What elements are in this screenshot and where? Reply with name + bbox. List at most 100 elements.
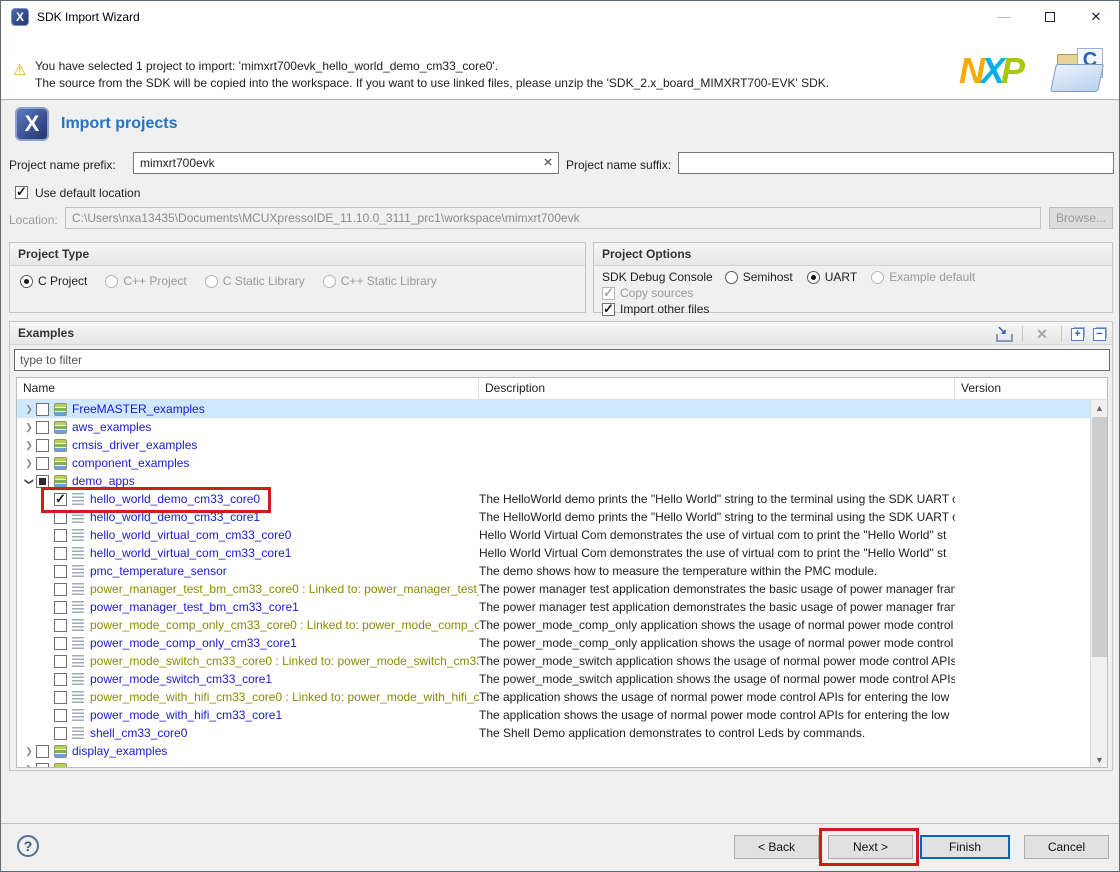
expand-arrow-icon[interactable]: ❯ — [22, 404, 36, 415]
collapse-all-icon[interactable]: − — [1093, 328, 1106, 341]
example-name: hello_world_demo_cm33_core0 — [90, 492, 260, 506]
column-header-name[interactable]: Name — [17, 378, 479, 399]
clear-prefix-icon[interactable]: ✕ — [541, 156, 555, 170]
table-row[interactable]: hello_world_virtual_com_cm33_core0Hello … — [17, 526, 1091, 544]
next-button[interactable]: Next > — [828, 835, 913, 859]
radio-option[interactable]: C++ Static Library — [323, 274, 437, 288]
table-row[interactable]: hello_world_virtual_com_cm33_core1Hello … — [17, 544, 1091, 562]
minimize-button[interactable]: — — [981, 1, 1027, 32]
warning-message-line1: You have selected 1 project to import: '… — [35, 59, 498, 73]
row-checkbox[interactable] — [54, 565, 67, 578]
radio-control[interactable] — [725, 271, 738, 284]
row-checkbox[interactable] — [54, 709, 67, 722]
radio-option[interactable]: C++ Project — [105, 274, 186, 288]
import-examples-icon[interactable] — [993, 325, 1013, 343]
table-row[interactable]: power_manager_test_bm_cm33_core0 : Linke… — [17, 580, 1091, 598]
help-button[interactable]: ? — [17, 835, 39, 857]
finish-button[interactable]: Finish — [920, 835, 1010, 859]
name-cell: ❯aws_examples — [17, 418, 479, 436]
table-row[interactable]: hello_world_demo_cm33_core0The HelloWorl… — [17, 490, 1091, 508]
description-cell: The HelloWorld demo prints the "Hello Wo… — [479, 508, 955, 526]
scroll-up-icon[interactable]: ▲ — [1091, 400, 1108, 417]
scrollbar-thumb[interactable] — [1092, 417, 1107, 657]
radio-option[interactable]: C Project — [20, 274, 87, 288]
expand-arrow-icon[interactable]: ❯ — [22, 458, 36, 469]
table-row[interactable]: shell_cm33_core0The Shell Demo applicati… — [17, 724, 1091, 742]
expand-arrow-icon[interactable]: ❯ — [22, 422, 36, 433]
back-button[interactable]: < Back — [734, 835, 819, 859]
radio-control[interactable] — [105, 275, 118, 288]
filter-input[interactable] — [14, 349, 1110, 371]
expand-arrow-icon[interactable]: ❯ — [22, 764, 36, 769]
table-row[interactable]: ❯demo_apps — [17, 472, 1091, 490]
row-checkbox[interactable] — [54, 619, 67, 632]
table-row[interactable]: ❯FreeMASTER_examples — [17, 400, 1091, 418]
row-checkbox[interactable] — [36, 421, 49, 434]
example-item-icon — [72, 727, 84, 740]
radio-control[interactable] — [205, 275, 218, 288]
toolbar-separator — [1061, 326, 1062, 342]
row-checkbox[interactable] — [54, 547, 67, 560]
table-row[interactable]: power_mode_comp_only_cm33_core0 : Linked… — [17, 616, 1091, 634]
example-item-icon — [72, 565, 84, 578]
close-button[interactable]: ✕ — [1073, 1, 1119, 32]
table-row[interactable]: ❯component_examples — [17, 454, 1091, 472]
checkbox-control[interactable] — [602, 287, 615, 300]
radio-option[interactable]: Example default — [871, 270, 975, 284]
collapse-arrow-icon[interactable]: ❯ — [24, 474, 35, 488]
table-row[interactable]: ❯ — [17, 760, 1091, 768]
row-checkbox[interactable] — [54, 493, 67, 506]
vertical-scrollbar[interactable]: ▲ ▼ — [1090, 400, 1107, 768]
cancel-button[interactable]: Cancel — [1024, 835, 1109, 859]
table-row[interactable]: power_manager_test_bm_cm33_core1The powe… — [17, 598, 1091, 616]
radio-control[interactable] — [20, 275, 33, 288]
table-row[interactable]: power_mode_switch_cm33_core0 : Linked to… — [17, 652, 1091, 670]
use-default-location-checkbox[interactable] — [15, 186, 28, 199]
row-checkbox[interactable] — [36, 745, 49, 758]
row-checkbox[interactable] — [36, 763, 49, 769]
expand-arrow-icon[interactable]: ❯ — [22, 746, 36, 757]
column-header-version[interactable]: Version — [955, 378, 1074, 399]
table-row[interactable]: pmc_temperature_sensorThe demo shows how… — [17, 562, 1091, 580]
table-row[interactable]: ❯cmsis_driver_examples — [17, 436, 1091, 454]
row-checkbox[interactable] — [54, 529, 67, 542]
checkbox-option[interactable]: Copy sources — [602, 286, 1112, 300]
checkbox-control[interactable] — [602, 303, 615, 316]
row-checkbox[interactable] — [54, 601, 67, 614]
row-checkbox[interactable] — [54, 511, 67, 524]
radio-option[interactable]: UART — [807, 270, 857, 284]
table-row[interactable]: power_mode_switch_cm33_core1The power_mo… — [17, 670, 1091, 688]
row-checkbox[interactable] — [54, 637, 67, 650]
row-checkbox[interactable] — [36, 457, 49, 470]
row-checkbox[interactable] — [36, 475, 49, 488]
row-checkbox[interactable] — [54, 583, 67, 596]
expand-all-icon[interactable]: + — [1071, 328, 1084, 341]
radio-option[interactable]: C Static Library — [205, 274, 305, 288]
radio-control[interactable] — [807, 271, 820, 284]
table-row[interactable]: power_mode_with_hifi_cm33_core1The appli… — [17, 706, 1091, 724]
expand-arrow-icon[interactable]: ❯ — [22, 440, 36, 451]
row-checkbox[interactable] — [36, 439, 49, 452]
row-checkbox[interactable] — [54, 673, 67, 686]
maximize-button[interactable] — [1027, 1, 1073, 32]
scroll-down-icon[interactable]: ▼ — [1091, 752, 1108, 768]
row-checkbox[interactable] — [36, 403, 49, 416]
table-row[interactable]: power_mode_with_hifi_cm33_core0 : Linked… — [17, 688, 1091, 706]
row-checkbox[interactable] — [54, 691, 67, 704]
table-row[interactable]: hello_world_demo_cm33_core1The HelloWorl… — [17, 508, 1091, 526]
checkbox-option[interactable]: Import other files — [602, 302, 1112, 316]
radio-control[interactable] — [871, 271, 884, 284]
radio-control[interactable] — [323, 275, 336, 288]
table-row[interactable]: ❯aws_examples — [17, 418, 1091, 436]
column-header-description[interactable]: Description — [479, 378, 955, 399]
table-row[interactable]: power_mode_comp_only_cm33_core1The power… — [17, 634, 1091, 652]
example-group-icon — [54, 439, 67, 452]
prefix-input[interactable] — [133, 152, 559, 174]
project-type-title: Project Type — [10, 243, 585, 266]
row-checkbox[interactable] — [54, 655, 67, 668]
table-row[interactable]: ❯display_examples — [17, 742, 1091, 760]
row-checkbox[interactable] — [54, 727, 67, 740]
radio-option[interactable]: Semihost — [725, 270, 793, 284]
suffix-input[interactable] — [678, 152, 1114, 174]
name-cell: pmc_temperature_sensor — [17, 562, 479, 580]
